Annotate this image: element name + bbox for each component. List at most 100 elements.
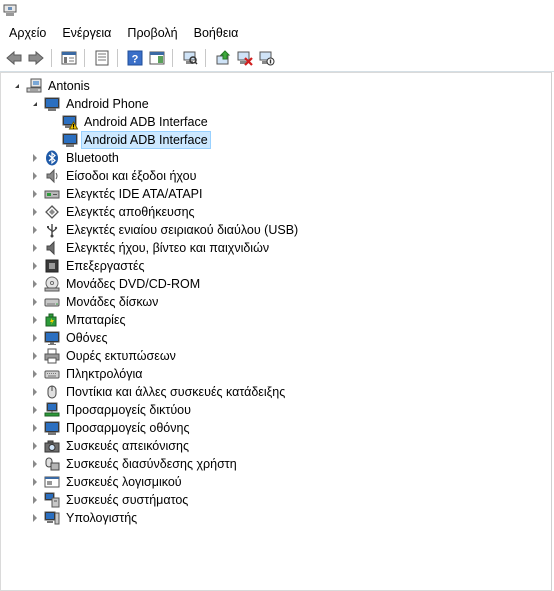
tree-node-adb-interface[interactable]: Android ADB Interface [1,113,551,131]
tree-category-audio-io[interactable]: Είσοδοι και έξοδοι ήχου [1,167,551,185]
expand-closed-icon[interactable] [30,387,40,397]
expand-closed-icon[interactable] [30,207,40,217]
expand-closed-icon[interactable] [30,423,40,433]
tree-node-adb-interface-selected[interactable]: Android ADB Interface [1,131,551,149]
tree-category-label: Ουρές εκτυπώσεων [66,349,176,363]
expand-closed-icon[interactable] [30,261,40,271]
tree-category-label: Ποντίκια και άλλες συσκευές κατάδειξης [66,385,286,399]
expand-closed-icon[interactable] [30,477,40,487]
toolbar-separator [117,49,118,67]
toolbar: ? [0,45,554,72]
toolbar-separator [172,49,173,67]
menu-view[interactable]: Προβολή [119,22,185,44]
computer-icon [26,78,42,94]
tree-category-ide-controllers[interactable]: Ελεγκτές IDE ATA/ATAPI [1,185,551,203]
device-tree: Antonis Android Phone Android ADB Interf… [1,77,551,527]
tree-category-label: Μονάδες δίσκων [66,295,159,309]
tree-category-keyboards[interactable]: Πληκτρολόγια [1,365,551,383]
system-device-icon [44,492,60,508]
device-manager-app-icon [3,4,17,17]
tree-category-mice[interactable]: Ποντίκια και άλλες συσκευές κατάδειξης [1,383,551,401]
toolbar-separator [51,49,52,67]
camera-icon [44,438,60,454]
tree-category-storage-controllers[interactable]: Ελεγκτές αποθήκευσης [1,203,551,221]
tree-category-display-adapters[interactable]: Προσαρμογείς οθόνης [1,419,551,437]
expand-closed-icon[interactable] [30,351,40,361]
tree-category-label: Συσκευές λογισμικού [66,475,182,489]
expand-closed-icon[interactable] [30,315,40,325]
help-icon[interactable]: ? [124,48,145,69]
tree-category-batteries[interactable]: Μπαταρίες [1,311,551,329]
disk-drive-icon [44,294,60,310]
tree-category-label: Ελεγκτές IDE ATA/ATAPI [66,187,203,201]
menu-file[interactable]: Αρχείο [0,22,54,44]
tree-category-bluetooth[interactable]: Bluetooth [1,149,551,167]
uninstall-icon[interactable] [234,48,255,69]
menu-bar: Αρχείο Ενέργεια Προβολή Βοήθεια [0,22,554,44]
battery-icon [44,312,60,328]
tree-category-computer[interactable]: Υπολογιστής [1,509,551,527]
device-tree-panel[interactable]: Antonis Android Phone Android ADB Interf… [0,72,552,591]
tree-category-label: Συσκευές απεικόνισης [66,439,189,453]
tree-category-disk-drives[interactable]: Μονάδες δίσκων [1,293,551,311]
tree-category-print-queues[interactable]: Ουρές εκτυπώσεων [1,347,551,365]
expand-closed-icon[interactable] [30,225,40,235]
monitor-icon [44,330,60,346]
tree-category-hid[interactable]: Συσκευές διασύνδεσης χρήστη [1,455,551,473]
dvd-drive-icon [44,276,60,292]
adb-interface-icon [62,132,78,148]
toolbar-separator [84,49,85,67]
menu-help[interactable]: Βοήθεια [186,22,247,44]
tree-category-network-adapters[interactable]: Προσαρμογείς δικτύου [1,401,551,419]
tree-node-android-phone[interactable]: Android Phone [1,95,551,113]
network-adapter-icon [44,402,60,418]
expand-closed-icon[interactable] [30,333,40,343]
tree-node-label: Android ADB Interface [84,115,208,129]
expand-closed-icon[interactable] [30,495,40,505]
back-icon[interactable] [3,48,24,69]
expand-closed-icon[interactable] [30,369,40,379]
expand-closed-icon[interactable] [30,279,40,289]
expand-closed-icon[interactable] [30,297,40,307]
update-driver-icon[interactable] [212,48,233,69]
ide-controller-icon [44,186,60,202]
bluetooth-icon [44,150,60,166]
forward-icon[interactable] [25,48,46,69]
tree-category-label: Bluetooth [66,151,119,165]
expand-closed-icon[interactable] [30,153,40,163]
menu-action[interactable]: Ενέργεια [54,22,119,44]
tree-root-computer[interactable]: Antonis [1,77,551,95]
tree-category-software-devices[interactable]: Συσκευές λογισμικού [1,473,551,491]
expand-closed-icon[interactable] [30,405,40,415]
expand-closed-icon[interactable] [30,243,40,253]
properties-icon[interactable] [91,48,112,69]
expand-open-icon[interactable] [30,99,40,109]
tree-category-usb-controllers[interactable]: Ελεγκτές ενιαίου σειριακού διαύλου (USB) [1,221,551,239]
expand-closed-icon[interactable] [30,459,40,469]
tree-category-label: Ελεγκτές ήχου, βίντεο και παιχνιδιών [66,241,270,255]
action-pane-icon[interactable] [146,48,167,69]
expand-closed-icon[interactable] [30,513,40,523]
tree-category-label: Συσκευές διασύνδεσης χρήστη [66,457,237,471]
tree-node-label: Android ADB Interface [81,131,211,149]
tree-category-label: Πληκτρολόγια [66,367,143,381]
tree-category-system-devices[interactable]: Συσκευές συστήματος [1,491,551,509]
tree-category-processors[interactable]: Επεξεργαστές [1,257,551,275]
expand-open-icon[interactable] [12,81,22,91]
tree-category-monitors[interactable]: Οθόνες [1,329,551,347]
usb-icon [44,222,60,238]
tree-category-label: Ελεγκτές ενιαίου σειριακού διαύλου (USB) [66,223,299,237]
tree-category-dvd-drives[interactable]: Μονάδες DVD/CD-ROM [1,275,551,293]
scan-hardware-icon[interactable] [179,48,200,69]
show-hide-tree-icon[interactable] [58,48,79,69]
title-bar [0,0,554,22]
expand-closed-icon[interactable] [30,189,40,199]
disable-device-icon[interactable] [256,48,277,69]
adb-interface-warning-icon [62,114,78,130]
tree-category-label: Μπαταρίες [66,313,126,327]
expand-closed-icon[interactable] [30,441,40,451]
expand-closed-icon[interactable] [30,171,40,181]
tree-category-imaging-devices[interactable]: Συσκευές απεικόνισης [1,437,551,455]
tree-category-sound-video-game[interactable]: Ελεγκτές ήχου, βίντεο και παιχνιδιών [1,239,551,257]
tree-category-label: Υπολογιστής [66,511,138,525]
